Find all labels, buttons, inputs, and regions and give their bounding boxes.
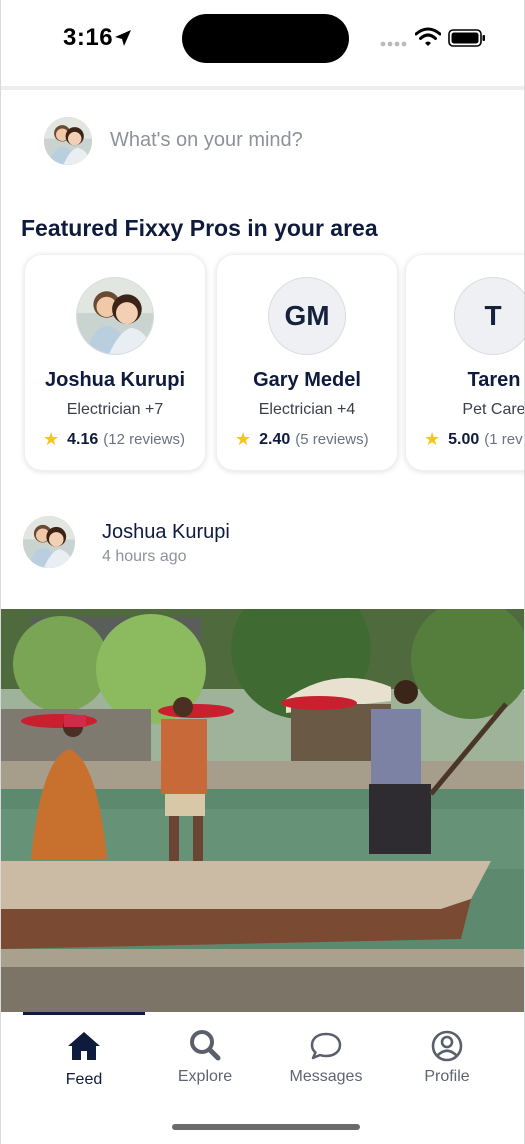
featured-pros-title: Featured Fixxy Pros in your area xyxy=(21,215,378,241)
post-photo[interactable] xyxy=(1,609,524,1012)
tab-explore[interactable]: Explore xyxy=(144,1028,266,1086)
app-screen: 3:16 What's on your mind? Featured Fixxy… xyxy=(0,0,525,1144)
pro-avatar xyxy=(76,277,154,355)
pro-card-taren[interactable]: T Taren Pet Care ★ 5.00 (1 rev xyxy=(405,254,525,471)
tab-messages[interactable]: Messages xyxy=(265,1028,387,1086)
post-timestamp: 4 hours ago xyxy=(102,548,187,565)
composer-input[interactable]: What's on your mind? xyxy=(110,129,303,152)
battery-icon xyxy=(448,29,485,47)
home-indicator xyxy=(172,1124,360,1130)
pro-trade: Electrician +7 xyxy=(66,401,164,418)
avatar-initials: GM xyxy=(284,300,330,331)
pro-avatar: T xyxy=(454,277,524,355)
review-count: (12 reviews) xyxy=(103,431,185,448)
wifi-icon xyxy=(415,27,441,46)
rating-value: 4.16 xyxy=(67,430,99,448)
search-icon xyxy=(190,1030,221,1061)
post-author-name[interactable]: Joshua Kurupi xyxy=(102,521,230,544)
pro-rating: ★ 4.16 (12 reviews) xyxy=(43,429,185,450)
home-icon xyxy=(68,1032,100,1060)
status-divider xyxy=(1,86,524,90)
user-circle-icon xyxy=(431,1030,463,1062)
tab-feed[interactable]: Feed xyxy=(23,1028,145,1089)
post-author-avatar[interactable] xyxy=(23,516,75,568)
chat-bubble-icon xyxy=(310,1032,342,1060)
composer-avatar[interactable] xyxy=(44,117,92,165)
star-icon: ★ xyxy=(235,429,252,449)
pro-card-joshua-kurupi[interactable]: Joshua Kurupi Electrician +7 ★ 4.16 (12 … xyxy=(24,254,206,471)
pro-avatar: GM xyxy=(268,277,346,355)
status-bar: 3:16 xyxy=(1,0,524,86)
pro-rating: ★ 5.00 (1 rev xyxy=(424,429,523,450)
tab-label: Explore xyxy=(177,1068,233,1085)
pro-name: Gary Medel xyxy=(253,369,361,391)
tab-profile[interactable]: Profile xyxy=(386,1028,508,1086)
avatar-initials: T xyxy=(484,300,502,331)
active-tab-indicator xyxy=(23,1012,145,1015)
rating-value: 2.40 xyxy=(259,430,291,448)
tab-label: Feed xyxy=(65,1071,103,1088)
pro-card-gary-medel[interactable]: GM Gary Medel Electrician +4 ★ 2.40 (5 r… xyxy=(216,254,398,471)
pro-trade: Electrician +4 xyxy=(258,401,356,418)
review-count: (5 reviews) xyxy=(295,431,369,448)
pro-name: Joshua Kurupi xyxy=(44,369,185,391)
tab-label: Profile xyxy=(424,1068,470,1085)
tab-label: Messages xyxy=(289,1068,363,1085)
cellular-signal-icon xyxy=(380,41,407,47)
location-arrow-icon xyxy=(115,30,131,46)
dynamic-island xyxy=(182,14,349,63)
review-count: (1 rev xyxy=(484,431,523,448)
rating-value: 5.00 xyxy=(448,430,480,448)
pro-trade: Pet Care xyxy=(462,401,525,418)
pro-rating: ★ 2.40 (5 reviews) xyxy=(235,429,369,450)
pro-name: Taren xyxy=(467,369,521,391)
status-time: 3:16 xyxy=(63,24,114,51)
star-icon: ★ xyxy=(43,429,60,449)
star-icon: ★ xyxy=(424,429,441,449)
